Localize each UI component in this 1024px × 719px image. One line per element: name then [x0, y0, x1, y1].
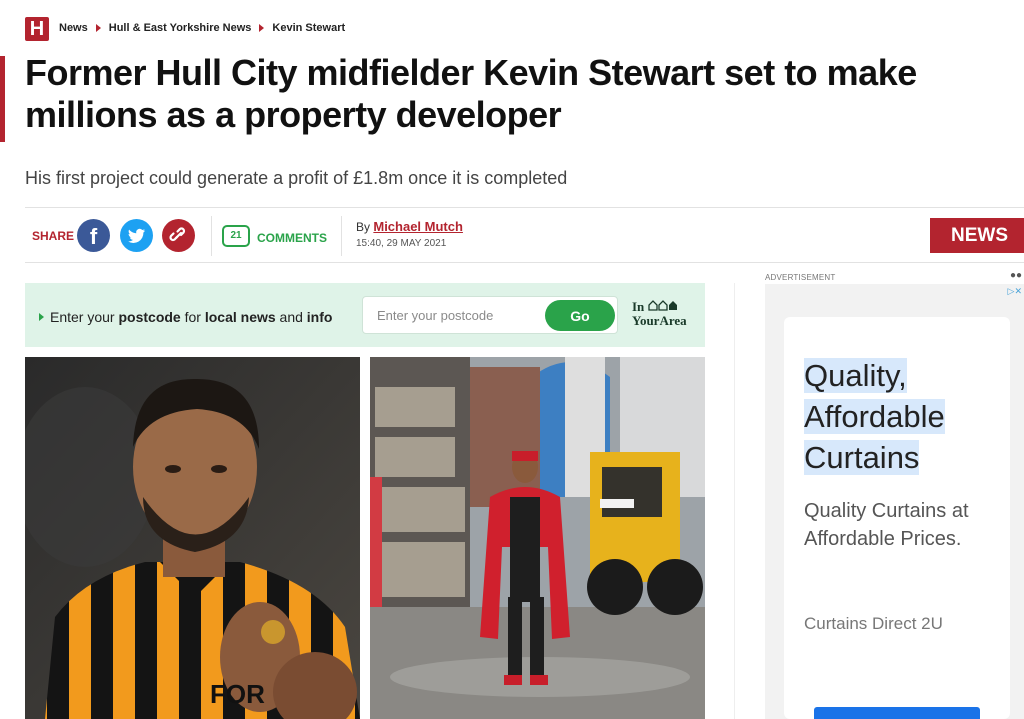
houses-icon	[647, 300, 677, 311]
breadcrumb-kevin-stewart[interactable]: Kevin Stewart	[272, 22, 345, 34]
byline: By Michael Mutch	[356, 219, 463, 234]
chevron-right-icon	[259, 24, 265, 32]
adchoices-icon[interactable]: ▷✕	[1008, 286, 1022, 297]
byline-prefix: By	[356, 220, 371, 234]
comment-count-badge[interactable]: 21	[222, 225, 250, 247]
postcode-input[interactable]	[363, 297, 543, 333]
building-site-photo[interactable]	[370, 357, 705, 719]
share-label: SHARE	[32, 229, 75, 243]
building-site-photo-image	[370, 357, 705, 719]
facebook-icon: f	[89, 224, 98, 249]
chevron-right-icon	[39, 313, 44, 321]
share-bar: SHARE f 21 COMMENTS By Michael Mutch 15:…	[25, 207, 1024, 263]
ad-description: Quality Curtains at Affordable Prices.	[804, 500, 969, 550]
divider	[211, 216, 212, 256]
svg-text:FOR: FOR	[210, 679, 265, 709]
publish-date: 15:40, 29 MAY 2021	[356, 238, 447, 249]
twitter-share-button[interactable]	[120, 219, 153, 252]
article-headline: Former Hull City midfielder Kevin Stewar…	[25, 52, 917, 135]
ad-advertiser: Curtains Direct 2U	[804, 614, 943, 633]
ad-headline[interactable]: Quality, Affordable Curtains	[804, 355, 1004, 478]
postcode-form: Go	[362, 296, 618, 334]
ad-cta-button[interactable]	[814, 707, 980, 719]
ad-card[interactable]: Quality, Affordable Curtains Quality Cur…	[784, 317, 1010, 719]
facebook-share-button[interactable]: f	[77, 219, 110, 252]
postcode-prompt: Enter your postcode for local news and i…	[39, 309, 332, 325]
link-icon	[169, 227, 186, 242]
comments-link[interactable]: COMMENTS	[257, 231, 327, 245]
copy-link-button[interactable]	[162, 219, 195, 252]
postcode-widget: Enter your postcode for local news and i…	[25, 283, 705, 347]
article-standfirst: His first project could generate a profi…	[25, 168, 568, 188]
twitter-icon	[128, 228, 145, 243]
chevron-right-icon	[95, 24, 101, 32]
site-logo[interactable]: H	[25, 17, 49, 41]
breadcrumb: News Hull & East Yorkshire News Kevin St…	[59, 22, 345, 34]
more-options-icon[interactable]: ●●	[1010, 270, 1022, 281]
divider	[341, 216, 342, 256]
inyourarea-logo[interactable]: In YourArea	[632, 300, 687, 328]
section-tag[interactable]: NEWS	[930, 218, 1024, 253]
column-divider	[734, 283, 735, 719]
footballer-photo-image: FOR	[25, 357, 360, 719]
advertisement-label: ADVERTISEMENT	[765, 273, 836, 282]
author-link[interactable]: Michael Mutch	[373, 219, 463, 234]
footballer-photo[interactable]: FOR	[25, 357, 360, 719]
go-button[interactable]: Go	[545, 300, 615, 331]
breadcrumb-news[interactable]: News	[59, 22, 88, 34]
headline-accent-bar	[0, 56, 5, 142]
breadcrumb-hull-news[interactable]: Hull & East Yorkshire News	[109, 22, 252, 34]
